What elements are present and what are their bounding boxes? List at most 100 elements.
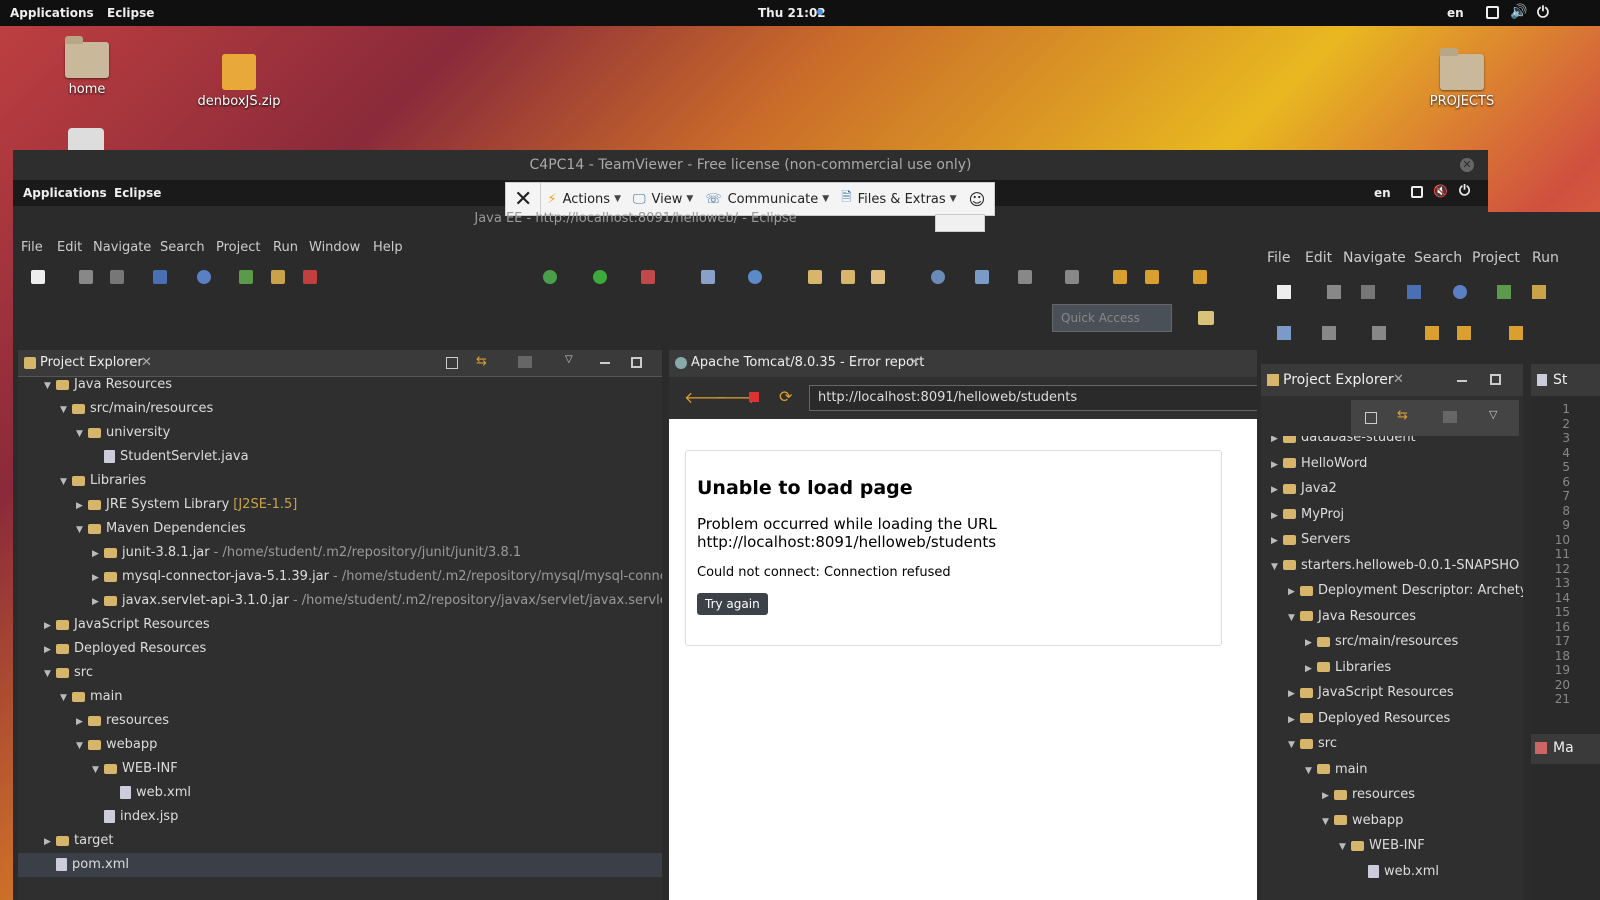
run-icon[interactable] [593,270,607,284]
chevron-down-icon[interactable]: ▼ [1288,733,1300,757]
tree-item[interactable]: ▶ JRE System Library [J2SE-1.5] [76,493,297,517]
chevron-right-icon[interactable]: ▶ [1288,708,1300,732]
search-icon[interactable] [871,270,885,284]
power-icon[interactable]: ⏻ [1537,3,1549,21]
tree-item[interactable]: ▼ Java Resources [44,377,172,397]
tree-item[interactable]: StudentServlet.java [92,445,249,469]
tree-item[interactable]: ▶ junit-3.8.1.jar - /home/student/.m2/repo… [92,541,521,565]
chevron-down-icon[interactable]: ▼ [76,734,88,758]
stop-icon[interactable] [749,392,759,402]
menu-file[interactable]: File [21,240,43,255]
link-editor-icon[interactable]: ⇆ [1397,408,1408,423]
tree-item[interactable]: ▼ starters.helloweb-0.0.1-SNAPSHO [1271,554,1519,578]
open-perspective-icon[interactable] [1198,311,1214,325]
quick-access-input[interactable]: Quick Access [1052,304,1172,332]
chevron-down-icon[interactable]: ▼ [44,377,56,398]
tree-item[interactable]: ▼ webapp [1322,809,1403,833]
tab-editor[interactable]: St [1553,372,1567,388]
chevron-down-icon[interactable]: ▼ [60,398,72,422]
annotation-icon[interactable] [1018,270,1032,284]
menu-edit[interactable]: Edit [1305,250,1332,266]
chevron-right-icon[interactable]: ▶ [44,614,56,638]
new-class-icon[interactable] [748,270,762,284]
tree-item[interactable]: ▶ target [44,829,114,853]
tree-item[interactable]: pom.xml [18,853,662,877]
tree-item[interactable]: ▶ JavaScript Resources [44,613,210,637]
tree-item[interactable]: ▼ src [44,661,93,685]
remote-applications-menu[interactable]: Applications [23,186,107,200]
try-again-button[interactable]: Try again [697,593,768,615]
tree-item[interactable]: ▼ Maven Dependencies [76,517,246,541]
remote-screen-icon[interactable] [1411,186,1423,198]
menu-search[interactable]: Search [160,240,205,255]
new-icon[interactable] [31,270,45,284]
chevron-right-icon[interactable]: ▶ [1288,580,1300,604]
language-indicator[interactable]: en [1447,6,1464,20]
chevron-right-icon[interactable]: ▶ [1288,682,1300,706]
refresh-icon[interactable]: ⟳ [779,387,792,406]
chevron-right-icon[interactable]: ▶ [1271,529,1283,553]
save-all-icon[interactable] [110,270,124,284]
focus-icon[interactable] [518,356,532,368]
chevron-right-icon[interactable]: ▶ [44,638,56,662]
tree-item[interactable]: ▶ JavaScript Resources [1288,681,1454,705]
back-icon[interactable] [1145,270,1159,284]
tree-item[interactable]: ▼ WEB-INF [1339,834,1425,858]
suspend-icon[interactable] [271,270,285,284]
chevron-right-icon[interactable]: ▶ [1322,784,1334,808]
focus-icon[interactable] [1443,411,1457,423]
view-menu-icon[interactable]: ▽ [1489,408,1497,421]
chevron-down-icon[interactable]: ▼ [76,518,88,542]
chevron-down-icon[interactable]: ▼ [1322,810,1334,834]
tab-project-explorer[interactable]: Project Explorer [40,355,143,370]
maximize-icon[interactable] [631,357,642,368]
chevron-down-icon[interactable]: ▼ [44,662,56,686]
resume-icon[interactable] [239,270,253,284]
chevron-right-icon[interactable]: ▶ [92,542,104,566]
chevron-right-icon[interactable]: ▶ [1305,631,1317,655]
suspend-icon[interactable] [1532,285,1546,299]
tree-item[interactable]: ▶ HelloWord [1271,452,1367,476]
menu-run[interactable]: Run [1532,250,1559,266]
tree-item[interactable]: ▼ webapp [76,733,157,757]
tree-item[interactable]: ▶ Deployment Descriptor: Archety [1288,579,1523,603]
last-edit-icon[interactable] [1113,270,1127,284]
menu-file[interactable]: File [1267,250,1290,266]
tab-project-explorer[interactable]: Project Explorer [1283,372,1394,388]
menu-navigate[interactable]: Navigate [1343,250,1406,266]
tree-item[interactable]: web.xml [108,781,191,805]
chevron-down-icon[interactable]: ▼ [76,422,88,446]
tree-item[interactable]: ▶ Deployed Resources [1288,707,1450,731]
tree-item[interactable]: ▶ mysql-connector-java-5.1.39.jar - /home/… [92,565,662,589]
chevron-right-icon[interactable]: ▶ [1271,453,1283,477]
web-browser-icon[interactable] [931,270,945,284]
remote-app-menu[interactable]: Eclipse [114,186,161,200]
pin-icon[interactable] [1372,326,1386,340]
remote-volume-icon[interactable]: 🔇 [1433,184,1448,198]
chevron-down-icon[interactable]: ▼ [1288,606,1300,630]
volume-icon[interactable]: 🔊 [1510,4,1527,20]
open-type-icon[interactable] [808,270,822,284]
menu-navigate[interactable]: Navigate [93,240,151,255]
desktop-icon-projects[interactable]: PROJECTS [1407,48,1517,109]
tree-item[interactable]: ▼ Java Resources [1288,605,1416,629]
save-all-icon[interactable] [1361,285,1375,299]
chevron-right-icon[interactable]: ▶ [1305,657,1317,681]
minimize-icon[interactable] [1457,380,1467,382]
tab-error-report[interactable]: Apache Tomcat/8.0.35 - Error report [691,355,924,370]
external-tools-icon[interactable] [975,270,989,284]
screen-icon[interactable] [1486,6,1499,19]
tree-item[interactable]: ▼ src [1288,732,1337,756]
chevron-down-icon[interactable]: ▼ [1339,835,1351,859]
tree-item[interactable]: ▶ src/main/resources [1305,630,1458,654]
toolbar-collapse-icon[interactable] [935,214,985,232]
skip-breakpoints-icon[interactable] [197,270,211,284]
tree-item[interactable]: ▼ WEB-INF [92,757,178,781]
close-tab-icon[interactable]: ✕ [1393,372,1404,387]
back-icon[interactable] [1457,326,1471,340]
collapse-all-icon[interactable] [1365,412,1377,424]
pin-icon[interactable] [1065,270,1079,284]
menu-project[interactable]: Project [1472,250,1520,266]
tree-item[interactable]: ▼ university [76,421,170,445]
chevron-down-icon[interactable]: ▼ [1271,555,1283,579]
